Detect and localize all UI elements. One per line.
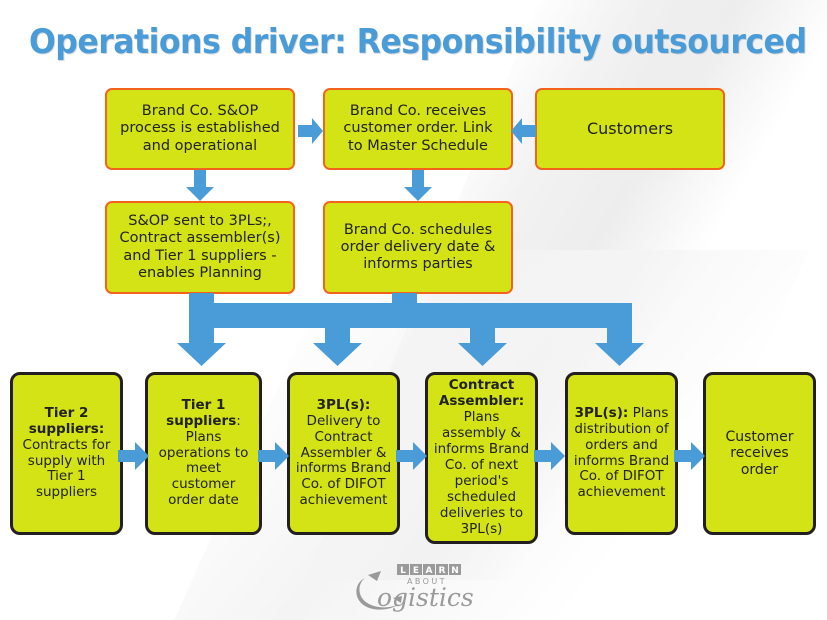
node-line: Customers — [586, 118, 674, 138]
arrow-customers-to-receives-icon — [510, 116, 536, 146]
node-tier-2-suppliers[interactable]: Tier 2 suppliers: Contracts for supply w… — [10, 372, 123, 535]
learn-about-logistics-logo: L E A R N ABOUT ogistics — [355, 558, 485, 614]
node-line: and operational — [142, 137, 258, 154]
node-line: informs parties — [363, 256, 473, 273]
svg-text:E: E — [413, 566, 419, 576]
diagram-canvas: Operations driver: Responsibility outsou… — [0, 0, 827, 620]
node-heading: 3PL(s): — [574, 404, 629, 421]
arrow-sop-to-receives-icon — [298, 116, 324, 146]
node-contract-assembler[interactable]: Contract Assembler: Plans assembly & inf… — [425, 372, 538, 544]
node-heading: Contract Assembler: — [438, 377, 525, 410]
arrow-receives-down-icon — [403, 170, 433, 202]
node-brand-sop-process[interactable]: Brand Co. S&OP process is established an… — [105, 88, 295, 170]
node-3pl-distribution[interactable]: 3PL(s): Plans distribution of orders and… — [565, 372, 678, 535]
node-body: Plans assembly & informs Brand Co. of ne… — [433, 409, 530, 537]
node-customers[interactable]: Customers — [535, 88, 725, 170]
arrow-3pl2-to-customer-icon — [674, 440, 706, 472]
node-line: to Master Schedule — [348, 137, 488, 154]
node-line: S&OP sent to 3PLs;, — [128, 213, 272, 230]
node-heading: Tier 1 suppliers — [166, 396, 237, 429]
svg-text:L: L — [400, 566, 406, 576]
arrow-tier1-to-3pl-icon — [258, 440, 290, 472]
node-sop-sent-to-3pls[interactable]: S&OP sent to 3PLs;, Contract assembler(s… — [105, 201, 295, 294]
node-line: Brand Co. receives — [349, 103, 487, 120]
node-brand-receives-order[interactable]: Brand Co. receives customer order. Link … — [323, 88, 513, 170]
arrow-distribution-bus-icon — [160, 293, 660, 373]
node-body: Customer receives order — [725, 428, 794, 478]
arrow-sop-down-icon — [185, 170, 215, 202]
node-line: enables Planning — [138, 264, 262, 281]
arrow-assembler-to-3pl2-icon — [534, 440, 566, 472]
node-heading: Tier 2 suppliers: — [28, 404, 105, 437]
svg-text:R: R — [439, 566, 446, 576]
node-line: customer order. Link — [343, 120, 493, 137]
node-line: Brand Co. schedules — [343, 221, 493, 238]
node-line: Brand Co. S&OP — [141, 103, 259, 120]
svg-text:A: A — [426, 566, 433, 576]
node-body: Delivery to Contract Assembler & informs… — [295, 412, 392, 509]
node-customer-receives-order[interactable]: Customer receives order — [703, 372, 816, 535]
node-line: process is established — [120, 120, 280, 137]
svg-text:N: N — [451, 566, 459, 576]
page-title: Operations driver: Responsibility outsou… — [28, 22, 807, 62]
node-line: Contract assembler(s) — [119, 230, 281, 247]
node-line: order delivery date & — [340, 238, 496, 255]
node-heading-suffix: : — [236, 412, 241, 429]
arrow-3pl-to-assembler-icon — [396, 440, 428, 472]
node-brand-schedules-delivery[interactable]: Brand Co. schedules order delivery date … — [323, 201, 513, 294]
svg-text:ogistics: ogistics — [377, 583, 474, 612]
node-body: Contracts for supply with Tier 1 supplie… — [22, 436, 111, 501]
node-heading: 3PL(s): — [316, 396, 371, 413]
node-3pl-delivery-to-assembler[interactable]: 3PL(s): Delivery to Contract Assembler &… — [287, 372, 400, 535]
node-body: Plans operations to meet customer order … — [158, 428, 249, 509]
node-line: and Tier 1 suppliers - — [123, 247, 277, 264]
node-tier-1-suppliers[interactable]: Tier 1 suppliers: Plans operations to me… — [145, 372, 262, 535]
